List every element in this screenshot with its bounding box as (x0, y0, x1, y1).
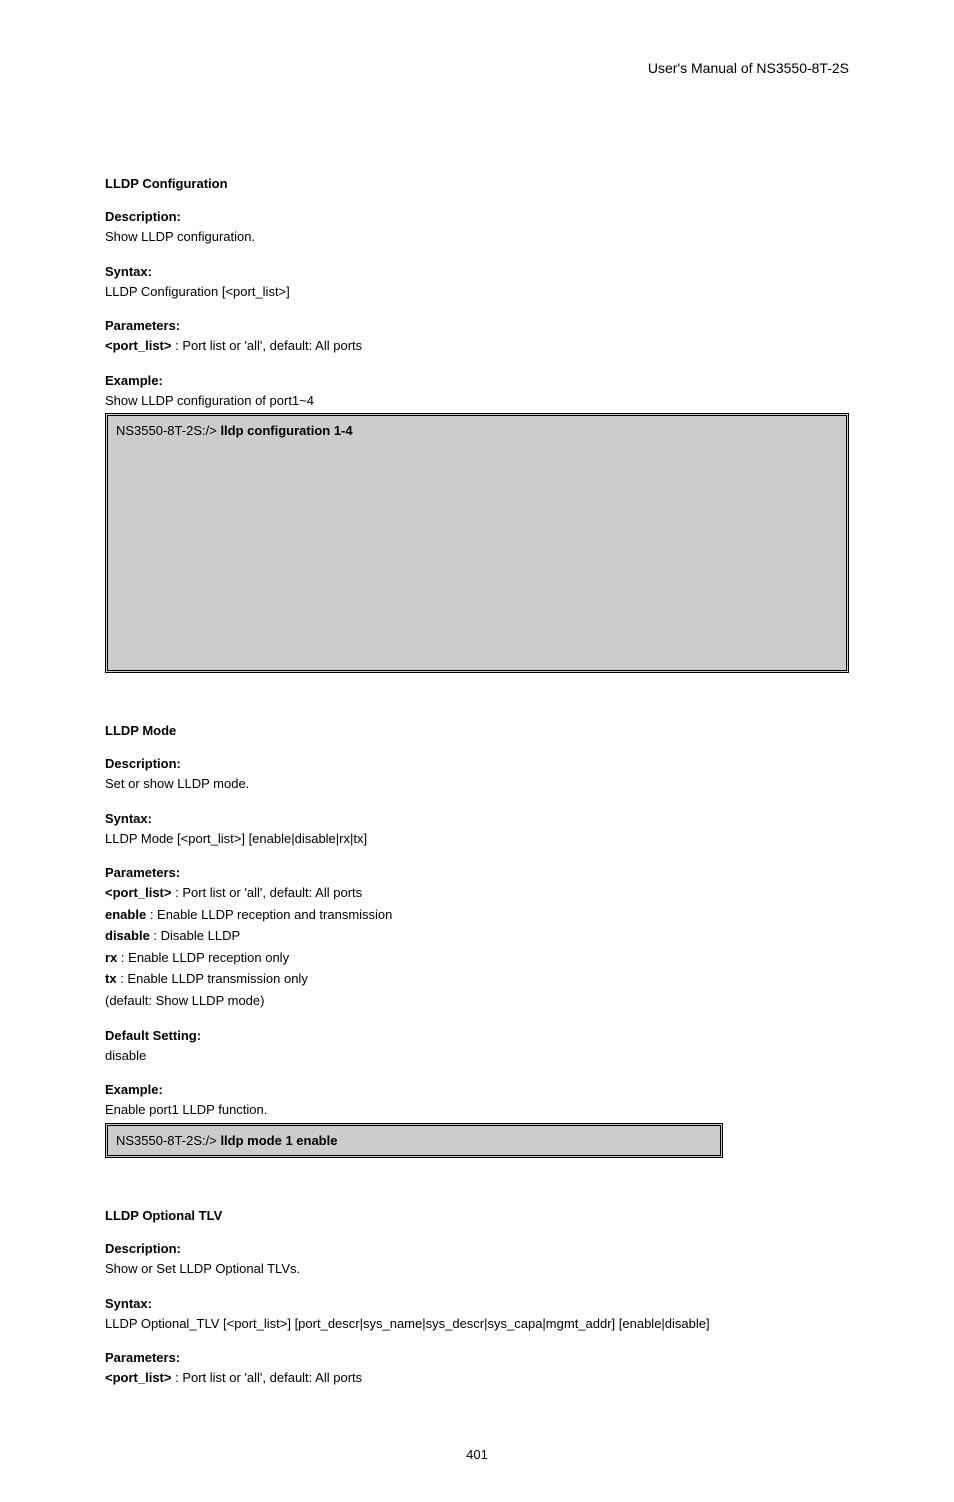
terminal-command: lldp configuration 1-4 (220, 423, 352, 438)
parameter-row: disable : Disable LLDP (105, 927, 849, 945)
parameters-label: Parameters: (105, 865, 849, 880)
syntax-label: Syntax: (105, 264, 849, 279)
page-content: User's Manual of NS3550-8T-2S LLDP Confi… (0, 0, 954, 1502)
parameter-name: <port_list> (105, 885, 171, 900)
parameters-trailer: (default: Show LLDP mode) (105, 992, 849, 1010)
parameter-row: <port_list> : Port list or 'all', defaul… (105, 1369, 849, 1387)
parameter-row: <port_list> : Port list or 'all', defaul… (105, 337, 849, 355)
syntax-label: Syntax: (105, 1296, 849, 1311)
section-title-lldp-optional-tlv: LLDP Optional TLV (105, 1208, 849, 1223)
syntax-label: Syntax: (105, 811, 849, 826)
parameter-name: <port_list> (105, 1370, 171, 1385)
parameter-row: rx : Enable LLDP reception only (105, 949, 849, 967)
parameters-label: Parameters: (105, 318, 849, 333)
section-title-lldp-mode: LLDP Mode (105, 723, 849, 738)
page-number: 401 (105, 1447, 849, 1462)
parameter-row: tx : Enable LLDP transmission only (105, 970, 849, 988)
parameter-text: : Disable LLDP (153, 928, 240, 943)
section-title-lldp-configuration: LLDP Configuration (105, 176, 849, 191)
parameter-text: : Port list or 'all', default: All ports (175, 338, 362, 353)
example-label: Example: (105, 373, 849, 388)
terminal-command: lldp mode 1 enable (220, 1133, 337, 1148)
description-text: Show or Set LLDP Optional TLVs. (105, 1260, 849, 1278)
parameter-text: : Port list or 'all', default: All ports (175, 885, 362, 900)
example-text: Show LLDP configuration of port1~4 (105, 392, 849, 410)
terminal-output-box: NS3550-8T-2S:/> lldp mode 1 enable (105, 1123, 723, 1159)
terminal-prompt: NS3550-8T-2S:/> (116, 1133, 217, 1148)
parameter-text: : Enable LLDP transmission only (120, 971, 308, 986)
syntax-text: LLDP Configuration [<port_list>] (105, 283, 849, 301)
default-setting-value: disable (105, 1047, 849, 1065)
parameter-row: <port_list> : Port list or 'all', defaul… (105, 884, 849, 902)
header-text: User's Manual of NS3550-8T-2S (105, 60, 849, 76)
parameters-label: Parameters: (105, 1350, 849, 1365)
default-setting-label: Default Setting: (105, 1028, 849, 1043)
syntax-text: LLDP Mode [<port_list>] [enable|disable|… (105, 830, 849, 848)
description-text: Show LLDP configuration. (105, 228, 849, 246)
description-label: Description: (105, 209, 849, 224)
parameter-text: : Enable LLDP reception and transmission (150, 907, 393, 922)
parameter-row: enable : Enable LLDP reception and trans… (105, 906, 849, 924)
parameter-name: rx (105, 950, 117, 965)
parameter-name: enable (105, 907, 146, 922)
terminal-prompt: NS3550-8T-2S:/> (116, 423, 217, 438)
example-text: Enable port1 LLDP function. (105, 1101, 849, 1119)
example-label: Example: (105, 1082, 849, 1097)
parameter-name: tx (105, 971, 117, 986)
parameter-text: : Port list or 'all', default: All ports (175, 1370, 362, 1385)
terminal-output-box: NS3550-8T-2S:/> lldp configuration 1-4 (105, 413, 849, 673)
description-label: Description: (105, 1241, 849, 1256)
description-text: Set or show LLDP mode. (105, 775, 849, 793)
description-label: Description: (105, 756, 849, 771)
syntax-text: LLDP Optional_TLV [<port_list>] [port_de… (105, 1315, 849, 1333)
parameter-name: <port_list> (105, 338, 171, 353)
parameter-name: disable (105, 928, 150, 943)
parameter-text: : Enable LLDP reception only (121, 950, 289, 965)
